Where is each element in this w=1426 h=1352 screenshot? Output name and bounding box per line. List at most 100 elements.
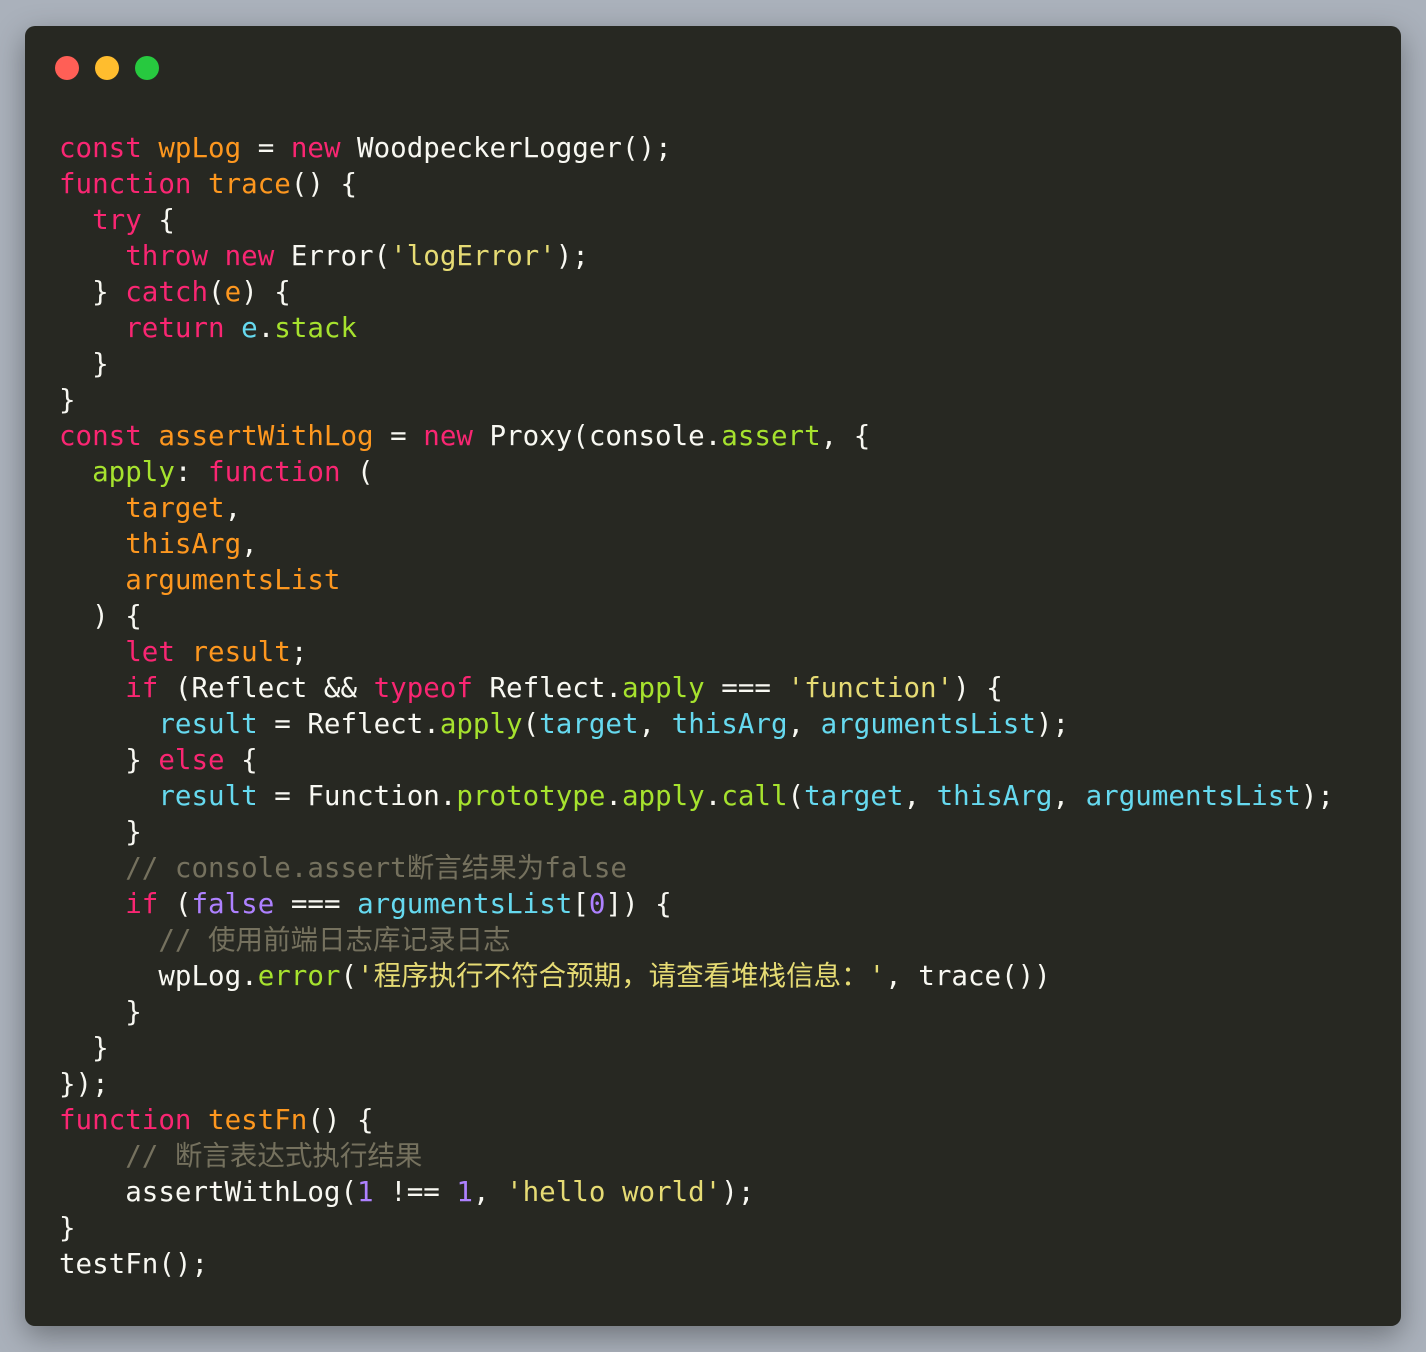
code-token: () { xyxy=(307,1104,374,1136)
code-token: ( xyxy=(787,780,805,812)
code-token: try xyxy=(92,204,142,236)
code-token: assertWithLog( xyxy=(59,1176,358,1208)
code-token: === xyxy=(704,672,788,704)
code-line: // 使用前端日志库记录日志 xyxy=(59,922,1334,958)
code-token: } xyxy=(59,276,126,308)
code-token: = xyxy=(241,132,291,164)
code-token: return xyxy=(125,312,225,344)
code-line: } xyxy=(59,814,1334,850)
code-line: if (false === argumentsList[0]) { xyxy=(59,886,1334,922)
code-token: !== xyxy=(373,1176,457,1208)
code-line: // console.assert断言结果为false xyxy=(59,850,1334,886)
code-token: ( xyxy=(158,888,192,920)
minimize-button[interactable] xyxy=(95,56,119,80)
code-token: 'hello world' xyxy=(506,1176,722,1208)
code-token: '程序执行不符合预期，请查看堆栈信息：' xyxy=(357,960,886,992)
code-token: call xyxy=(721,780,788,812)
code-line: result = Reflect.apply(target, thisArg, … xyxy=(59,706,1334,742)
code-token: 'function' xyxy=(787,672,954,704)
code-line: try { xyxy=(59,202,1334,238)
code-token: ); xyxy=(555,240,589,272)
code-line: assertWithLog(1 !== 1, 'hello world'); xyxy=(59,1174,1334,1210)
code-block: const wpLog = new WoodpeckerLogger(); fun… xyxy=(59,130,1334,1282)
close-button[interactable] xyxy=(55,56,79,80)
code-token: } xyxy=(59,348,109,380)
code-token: target xyxy=(539,708,639,740)
code-token: apply xyxy=(621,672,705,704)
code-token: ) { xyxy=(953,672,1003,704)
code-token: ( xyxy=(340,960,358,992)
code-token: 1 xyxy=(357,1176,374,1208)
code-token: , xyxy=(787,708,821,740)
code-token: e xyxy=(241,312,258,344)
code-token: result xyxy=(158,708,258,740)
code-line: }); xyxy=(59,1066,1334,1102)
code-token: new xyxy=(224,240,275,272)
code-token: Reflect. xyxy=(472,672,622,704)
code-line: function testFn() { xyxy=(59,1102,1334,1138)
code-token: , xyxy=(224,492,242,524)
code-token: wpLog xyxy=(158,132,242,164)
code-token: () { xyxy=(290,168,358,200)
code-token: assert xyxy=(721,420,821,452)
code-token: argumentsList xyxy=(125,564,341,596)
code-line: } xyxy=(59,382,1334,418)
code-token: [ xyxy=(572,888,589,920)
code-token: apply xyxy=(621,780,705,812)
code-token: = xyxy=(373,420,424,452)
code-line: } else { xyxy=(59,742,1334,778)
code-token: } xyxy=(59,744,159,776)
code-token: , trace()) xyxy=(885,960,1051,992)
code-token: , xyxy=(903,780,937,812)
code-token: . xyxy=(605,780,622,812)
code-token: argumentsList xyxy=(820,708,1036,740)
code-line: } xyxy=(59,1210,1334,1246)
code-token: // 断言表达式执行结果 xyxy=(125,1140,423,1172)
code-line: ) { xyxy=(59,598,1334,634)
code-line: const wpLog = new WoodpeckerLogger(); xyxy=(59,130,1334,166)
code-token: : xyxy=(174,456,209,488)
code-line: thisArg, xyxy=(59,526,1334,562)
code-token: , xyxy=(241,528,258,560)
code-line: } xyxy=(59,346,1334,382)
code-token: // console.assert断言结果为false xyxy=(125,852,627,884)
code-token: ; xyxy=(290,636,308,668)
code-token: } xyxy=(59,816,142,848)
code-line: function trace() { xyxy=(59,166,1334,202)
code-token: result xyxy=(158,780,258,812)
code-token: function xyxy=(59,168,192,200)
code-line: } xyxy=(59,1030,1334,1066)
code-token: ); xyxy=(1300,780,1334,812)
code-token: } xyxy=(59,1032,109,1064)
maximize-button[interactable] xyxy=(135,56,159,80)
code-token: argumentsList xyxy=(1085,780,1301,812)
code-token: ]) { xyxy=(605,888,672,920)
code-token: argumentsList xyxy=(357,888,573,920)
code-token: 'logError' xyxy=(390,240,556,272)
code-token: wpLog. xyxy=(59,960,258,992)
code-token: ) { xyxy=(241,276,291,308)
code-token: { xyxy=(224,744,258,776)
code-token: { xyxy=(141,204,175,236)
code-token: ( xyxy=(340,456,374,488)
code-token: } xyxy=(59,384,76,416)
code-token: }); xyxy=(59,1068,109,1100)
code-token: apply xyxy=(439,708,523,740)
code-token: function xyxy=(208,456,341,488)
code-line: argumentsList xyxy=(59,562,1334,598)
code-token: function xyxy=(59,1104,192,1136)
code-token: const xyxy=(59,420,142,452)
code-token: else xyxy=(158,744,225,776)
code-token: thisArg xyxy=(936,780,1053,812)
code-token: target xyxy=(125,492,225,524)
